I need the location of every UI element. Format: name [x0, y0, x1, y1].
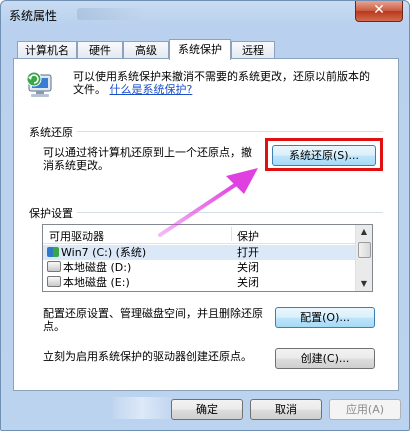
drive-name-cell: 本地磁盘 (E:): [47, 275, 130, 290]
what-is-system-protection-link[interactable]: 什么是系统保护?: [110, 83, 193, 96]
create-button[interactable]: 创建(C)...: [275, 348, 375, 369]
footer-blur: [113, 397, 171, 419]
protection-group-label: 保护设置: [29, 205, 77, 221]
drive-status: 关闭: [237, 261, 259, 274]
drive-list-scrollbar[interactable]: ▲ ▼: [355, 225, 372, 291]
hard-disk-icon: [47, 276, 61, 287]
title-bar[interactable]: 系统属性 ✕: [1, 1, 409, 29]
scroll-up-icon[interactable]: ▲: [356, 225, 372, 239]
drive-name: Win7 (C:) (系统): [61, 246, 147, 259]
drive-row[interactable]: Win7 (C:) (系统) 打开: [43, 245, 358, 260]
tab-computer-name[interactable]: 计算机名: [17, 41, 77, 58]
column-separator: [231, 227, 232, 241]
tab-hardware[interactable]: 硬件: [77, 41, 123, 58]
restore-description: 可以通过将计算机还原到上一个还原点，撤消系统更改。: [43, 146, 252, 172]
apply-button[interactable]: 应用(A): [329, 399, 401, 420]
column-available-drives[interactable]: 可用驱动器: [49, 228, 104, 244]
create-description: 立刻为启用系统保护的驱动器创建还原点。: [43, 350, 252, 363]
tab-advanced[interactable]: 高级: [123, 41, 169, 58]
close-button[interactable]: ✕: [355, 1, 403, 22]
system-properties-window: 系统属性 ✕ 计算机名 硬件 高级 系统保护 远程 可以使用系统保护来撤消不需要…: [0, 0, 410, 431]
protection-group-divider: [29, 212, 383, 213]
drive-row[interactable]: 本地磁盘 (D:) 关闭: [43, 260, 358, 275]
tab-remote[interactable]: 远程: [231, 41, 275, 58]
highlight-box: [265, 138, 383, 171]
tab-system-protection[interactable]: 系统保护: [169, 39, 231, 60]
drive-name: 本地磁盘 (D:): [63, 261, 132, 274]
drive-list-header: 可用驱动器 保护: [43, 225, 358, 244]
scroll-thumb[interactable]: [358, 242, 371, 258]
column-protection[interactable]: 保护: [237, 228, 259, 244]
scroll-down-icon[interactable]: ▼: [356, 277, 372, 291]
drive-status: 打开: [237, 246, 259, 259]
windows-drive-icon: [47, 247, 59, 257]
configure-button[interactable]: 配置(O)...: [275, 307, 375, 328]
hard-disk-icon: [47, 261, 61, 272]
restore-group-label: 系统还原: [29, 124, 77, 140]
computer-restore-icon: [26, 71, 52, 97]
cancel-button[interactable]: 取消: [250, 399, 322, 420]
drive-name-cell: Win7 (C:) (系统): [47, 245, 146, 260]
window-title: 系统属性: [9, 9, 58, 23]
drive-row[interactable]: 本地磁盘 (E:) 关闭: [43, 275, 358, 290]
drive-name-cell: 本地磁盘 (D:): [47, 260, 131, 275]
drive-list[interactable]: 可用驱动器 保护 Win7 (C:) (系统) 打开 本地磁盘 (D:) 关闭 …: [42, 224, 373, 292]
drive-name: 本地磁盘 (E:): [63, 276, 130, 289]
intro-text-block: 可以使用系统保护来撤消不需要的系统更改，还原以前版本的文件。 什么是系统保护?: [73, 70, 373, 96]
configure-description: 配置还原设置、管理磁盘空间，并且删除还原点。: [43, 307, 263, 333]
restore-group-divider: [29, 131, 383, 132]
drive-status: 关闭: [237, 276, 259, 289]
ok-button[interactable]: 确定: [171, 399, 243, 420]
title-blur: [77, 8, 147, 20]
